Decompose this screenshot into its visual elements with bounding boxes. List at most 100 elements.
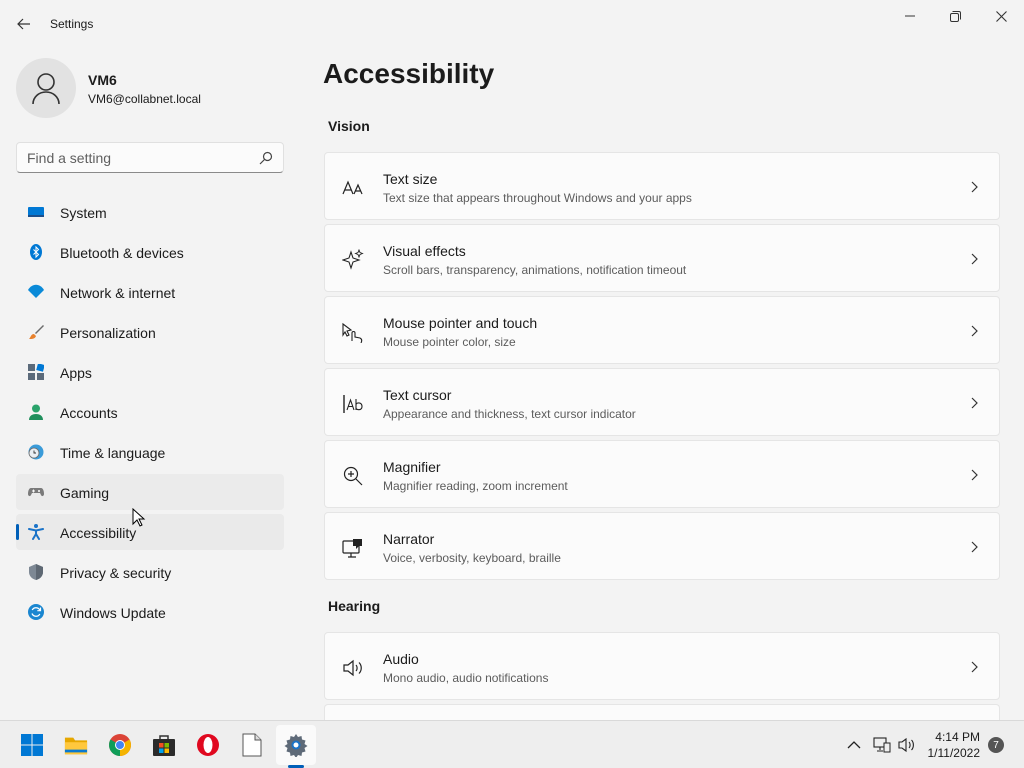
sidebar-item-label: Personalization <box>60 325 156 341</box>
card-subtitle: Text size that appears throughout Window… <box>383 191 692 205</box>
restore-icon <box>949 10 961 22</box>
clock-date[interactable]: 1/11/2022 <box>922 746 981 760</box>
chevron-right-icon <box>971 661 978 673</box>
card-title: Text size <box>383 171 438 187</box>
opera-button[interactable] <box>196 733 220 757</box>
clock-time[interactable]: 4:14 PM <box>930 730 980 744</box>
sidebar-item-label: Gaming <box>60 485 110 501</box>
user-name: VM6 <box>88 72 117 88</box>
minimize-button[interactable] <box>887 4 933 28</box>
wifi-icon <box>28 284 44 298</box>
text-cursor-icon <box>343 395 363 413</box>
settings-app-button[interactable] <box>284 733 308 757</box>
page-title: Accessibility <box>323 58 495 89</box>
sidebar-item-apps[interactable]: Apps <box>16 354 284 390</box>
back-arrow-icon <box>17 18 30 30</box>
pointer-touch-icon <box>342 322 363 343</box>
setting-card-magnifier[interactable]: Magnifier Magnifier reading, zoom increm… <box>324 440 1000 508</box>
person-placeholder-icon <box>32 73 60 105</box>
sidebar-item-accounts[interactable]: Accounts <box>16 394 284 430</box>
app-title: Settings <box>50 17 94 31</box>
chevron-right-icon <box>971 541 978 553</box>
sidebar-item-time-language[interactable]: Time & language <box>16 434 284 470</box>
card-title: Visual effects <box>383 243 466 259</box>
volume-tray-button[interactable] <box>896 733 918 757</box>
sidebar-item-system[interactable]: System <box>16 194 284 230</box>
mouse-cursor-icon <box>132 508 146 527</box>
text-size-icon <box>342 180 363 195</box>
section-header-hearing: Hearing <box>328 598 381 614</box>
chevron-right-icon <box>971 469 978 481</box>
close-icon <box>995 10 1007 22</box>
chevron-right-icon <box>971 397 978 409</box>
sidebar-item-privacy-security[interactable]: Privacy & security <box>16 554 284 590</box>
network-wired-icon <box>873 737 891 753</box>
sidebar-item-bluetooth[interactable]: Bluetooth & devices <box>16 234 284 270</box>
setting-card-text-cursor[interactable]: Text cursor Appearance and thickness, te… <box>324 368 1000 436</box>
update-icon <box>28 604 44 620</box>
sidebar-item-label: Bluetooth & devices <box>60 245 184 261</box>
card-title: Magnifier <box>383 459 441 475</box>
person-icon <box>29 404 43 420</box>
notification-badge[interactable]: 7 <box>988 737 1004 753</box>
file-explorer-icon <box>64 737 88 755</box>
avatar[interactable] <box>16 58 76 118</box>
store-button[interactable] <box>152 733 176 757</box>
user-email: VM6@collabnet.local <box>88 92 201 106</box>
sidebar-item-label: Accessibility <box>60 525 137 541</box>
card-subtitle: Voice, verbosity, keyboard, braille <box>383 551 561 565</box>
setting-card-partial[interactable] <box>324 704 1000 720</box>
sidebar-item-label: Privacy & security <box>60 565 172 581</box>
clock-globe-icon <box>28 444 44 460</box>
sidebar-item-label: Time & language <box>60 445 166 461</box>
brush-icon <box>29 325 44 339</box>
card-subtitle: Scroll bars, transparency, animations, n… <box>383 263 687 277</box>
card-subtitle: Appearance and thickness, text cursor in… <box>383 407 636 421</box>
setting-card-text-size[interactable]: Text size Text size that appears through… <box>324 152 1000 220</box>
setting-card-audio[interactable]: Audio Mono audio, audio notifications <box>324 632 1000 700</box>
sidebar-item-windows-update[interactable]: Windows Update <box>16 594 284 630</box>
taskbar: 4:14 PM 1/11/2022 7 <box>0 720 1024 768</box>
close-button[interactable] <box>978 4 1024 28</box>
sidebar-item-label: System <box>60 205 107 221</box>
restore-button[interactable] <box>932 4 978 28</box>
sidebar-item-gaming[interactable]: Gaming <box>16 474 284 510</box>
chrome-button[interactable] <box>108 733 132 757</box>
system-icon <box>28 207 44 217</box>
sidebar-item-personalization[interactable]: Personalization <box>16 314 284 350</box>
search-box[interactable] <box>16 142 284 173</box>
sidebar-item-label: Network & internet <box>60 285 176 301</box>
chevron-right-icon <box>971 325 978 337</box>
file-explorer-button[interactable] <box>64 733 88 757</box>
apps-icon <box>28 364 44 380</box>
search-icon[interactable] <box>259 151 273 165</box>
card-title: Narrator <box>383 531 435 547</box>
card-subtitle: Mouse pointer color, size <box>383 335 516 349</box>
chevron-up-icon <box>847 741 861 749</box>
sidebar-nav: System Bluetooth & devices Network & int… <box>16 194 284 634</box>
setting-card-visual-effects[interactable]: Visual effects Scroll bars, transparency… <box>324 224 1000 292</box>
sidebar-item-accessibility[interactable]: Accessibility <box>16 514 284 550</box>
setting-card-narrator[interactable]: Narrator Voice, verbosity, keyboard, bra… <box>324 512 1000 580</box>
sparkle-icon <box>342 249 364 270</box>
setting-card-mouse-pointer[interactable]: Mouse pointer and touch Mouse pointer co… <box>324 296 1000 364</box>
notepad-icon <box>242 733 262 757</box>
chevron-right-icon <box>971 181 978 193</box>
search-input[interactable] <box>27 149 247 167</box>
network-tray-button[interactable] <box>872 733 892 757</box>
start-button[interactable] <box>20 733 44 757</box>
shield-icon <box>29 564 43 580</box>
store-icon <box>153 735 175 756</box>
sidebar-item-label: Accounts <box>60 405 118 421</box>
card-title: Text cursor <box>383 387 452 403</box>
opera-icon <box>197 734 219 756</box>
chrome-icon <box>109 734 131 756</box>
accessibility-icon <box>28 524 44 540</box>
back-button[interactable] <box>12 12 36 36</box>
start-icon <box>21 734 43 756</box>
card-subtitle: Mono audio, audio notifications <box>383 671 549 685</box>
sidebar-item-network[interactable]: Network & internet <box>16 274 284 310</box>
speaker-icon <box>343 659 362 677</box>
show-hidden-icons-button[interactable] <box>844 733 864 757</box>
notepad-button[interactable] <box>240 733 264 757</box>
